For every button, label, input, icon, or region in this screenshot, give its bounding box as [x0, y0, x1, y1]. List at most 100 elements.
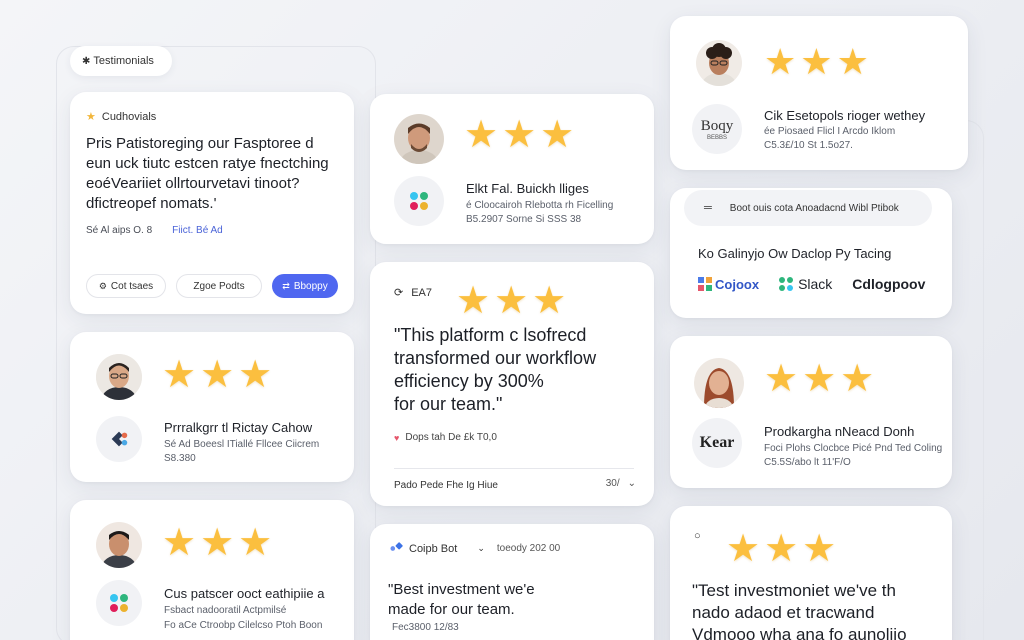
footer-label: Pado Pede Fhe Ig Hiue	[394, 480, 498, 491]
rating-stars: ★ ★ ★	[456, 282, 566, 320]
quote-meta: Dops tah De £k T0,0	[405, 432, 497, 443]
slack-logo-icon	[410, 192, 428, 210]
reviewer-meta: Foci Plohs Clocbce Picé Pnd Ted Coling	[764, 443, 943, 454]
cta-button[interactable]: ⇄ Bboppy	[272, 274, 338, 298]
person-avatar-icon	[96, 522, 142, 568]
company-logo: Boqy BEBBS	[692, 104, 742, 154]
search-icon: ═	[704, 202, 712, 214]
star-icon: ★	[494, 280, 529, 322]
arrows-icon: ⇄	[282, 280, 290, 291]
rating-stars: ★ ★ ★	[162, 524, 272, 562]
logo-subtext: BEBBS	[706, 134, 727, 141]
reviewer-meta: é Cloocairoh Rlebotta rh Ficelling	[466, 200, 614, 211]
star-icon: ★	[840, 358, 875, 400]
testimonial-quote: "Best investment we'e made for our team.	[388, 581, 535, 618]
reviewer-name: Prodkargha nNeacd Donh	[764, 424, 915, 439]
avatar	[394, 114, 444, 164]
intro-eyebrow: Cudhovials	[101, 110, 157, 123]
star-icon: ★	[238, 522, 273, 564]
card-label: EA7	[411, 286, 433, 299]
reviewer-name: Cus patscer ooct eathipiie a	[164, 586, 325, 601]
star-icon: ★	[200, 522, 235, 564]
star-icon: ★	[162, 354, 197, 396]
logo-cdlogpoov: Cdlogpoov	[852, 276, 926, 292]
avatar	[96, 522, 142, 568]
testimonial-card-c3-1: ★ ★ ★ Boqy BEBBS Cik Esetopols rioger we…	[670, 16, 968, 170]
star-icon: ★	[764, 528, 799, 570]
testimonial-card-c1-3: ★ ★ ★ Cus patscer ooct eathipiie a Fsbac…	[70, 500, 354, 640]
person-curly-avatar-icon	[696, 40, 742, 86]
reviewer-name: Cik Esetopols rioger wethey	[764, 108, 926, 123]
star-icon: ★	[162, 522, 197, 564]
rating-stars: ★ ★ ★	[764, 360, 874, 398]
star-icon: ★	[764, 358, 799, 400]
sparkle-icon: ★	[86, 111, 96, 123]
reviewer-meta: Sé Ad Boeesl ITiallé Fllcee Ciicrem	[164, 439, 320, 450]
avatar	[696, 40, 742, 86]
reviewer-meta: Fsbact nadooratil Actpmilsé	[164, 605, 287, 616]
craft-logo-icon	[111, 431, 128, 447]
testimonial-card-c2-2: ⟳ EA7 ★ ★ ★ "This platform c lsofrecd tr…	[370, 262, 654, 506]
chevron-down-icon[interactable]: ⌄	[628, 478, 636, 489]
star-icon: ★	[802, 358, 837, 400]
slack-logo-icon	[110, 594, 128, 612]
bot-icon: ⚙	[98, 280, 107, 291]
rating-stars: ★ ★ ★	[764, 44, 869, 80]
testimonial-card-c2-1: ★ ★ ★ Elkt Fal. Buickh lliges é Cloocair…	[370, 94, 654, 244]
company-logo	[394, 176, 444, 226]
reviewer-meta-2: S8.380	[164, 453, 196, 464]
star-icon: ★	[502, 114, 537, 156]
brand-name: Coipb Bot	[409, 542, 458, 555]
chevron-down-icon[interactable]: ⌄	[477, 543, 485, 554]
bot-logo-icon	[390, 542, 403, 551]
divider	[394, 468, 634, 469]
testimonial-card-c3-4: ○ ★ ★ ★ "Test investmoniet we've th nado…	[670, 506, 952, 640]
logos-heading: Ko Galinyjo Ow Daclop Py Tacing	[698, 246, 892, 261]
testimonials-badge: ✱ Testimonials	[70, 46, 172, 76]
star-icon: ★	[456, 280, 491, 322]
search-text: Boot ouis cota Anoadacnd Wibl Ptibok	[729, 202, 899, 214]
quote-meta: Fec3800 12/83	[392, 622, 459, 633]
testimonial-quote: "This platform c lsofrecd transformed ou…	[394, 325, 597, 414]
chip-cot-tsaes[interactable]: ⚙ Cot tsaes	[86, 274, 166, 298]
company-logo	[96, 416, 142, 462]
company-logo: Kear	[692, 418, 742, 468]
rating-stars: ★ ★ ★	[726, 530, 836, 568]
person-glasses-avatar-icon	[96, 354, 142, 400]
search-icon[interactable]: ○	[694, 530, 701, 542]
reviewer-meta-2: B5.2907 Sorne Si SSS 38	[466, 214, 582, 225]
reviewer-name: Prrralkgrr tl Rictay Cahow	[164, 420, 313, 435]
footer-value: 30/	[605, 478, 620, 489]
star-icon: ★	[464, 114, 499, 156]
chip-zgoe-podts[interactable]: Zgoe Podts	[176, 274, 262, 298]
star-icon: ★	[802, 528, 837, 570]
company-logo	[96, 580, 142, 626]
logo-text: Kear	[699, 434, 735, 451]
testimonial-card-c1-2: ★ ★ ★ Prrralkgrr tl Rictay Cahow Sé Ad B…	[70, 332, 354, 482]
intro-card: ★ Cudhovials Pris Patistoreging our Fasp…	[70, 92, 354, 314]
intro-heading: Pris Patistoreging our Fasptoree d eun u…	[86, 135, 329, 212]
logo-text: Boqy	[700, 117, 734, 134]
reviewer-meta-2: C5.5S/abo lt 11'F/O	[764, 457, 851, 468]
avatar	[694, 358, 744, 408]
star-icon: ★	[726, 528, 761, 570]
logo-cojoox: Cojoox	[698, 277, 759, 292]
star-icon: ★	[532, 280, 567, 322]
avatar	[96, 354, 142, 400]
refresh-icon: ⟳	[394, 287, 404, 299]
slack-logo-icon	[779, 277, 794, 291]
testimonial-card-c3-3: ★ ★ ★ Kear Prodkargha nNeacd Donh Foci P…	[670, 336, 952, 488]
star-icon: ★	[238, 354, 273, 396]
testimonial-quote: "Test investmoniet we've th nado adaod e…	[692, 581, 907, 640]
search-bar[interactable]: ═ Boot ouis cota Anoadacnd Wibl Ptibok	[684, 190, 932, 226]
logo-slack: Slack	[779, 276, 832, 292]
intro-link[interactable]: Fiict. Bé Ad	[172, 225, 223, 236]
star-icon: ★	[200, 354, 235, 396]
intro-meta: Sé Al aips O. 8	[86, 225, 153, 236]
heart-icon: ♥	[394, 432, 400, 443]
person-avatar-icon	[394, 114, 444, 164]
post-date: toeody 202 00	[496, 543, 561, 554]
cojoox-logo-icon	[698, 277, 712, 291]
star-icon: ★	[764, 41, 797, 82]
reviewer-meta-2: Fo aCe Ctroobp Cilelcso Ptoh Boon	[164, 620, 323, 631]
